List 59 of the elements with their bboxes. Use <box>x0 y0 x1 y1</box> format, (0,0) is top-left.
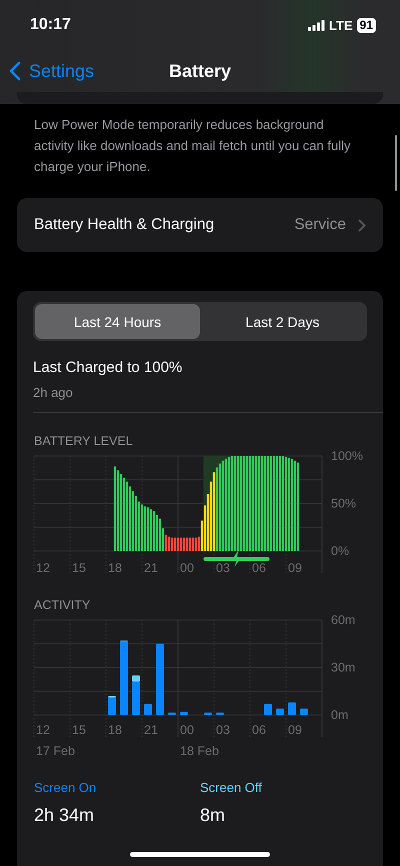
axis-label: 15 <box>72 561 86 575</box>
battery-health-row[interactable]: Battery Health & Charging Service <box>17 198 383 252</box>
bolt-icon <box>232 550 242 567</box>
activity-bar <box>144 704 152 715</box>
last-charged-time: 2h ago <box>33 385 74 400</box>
axis-label: 18 <box>108 723 122 737</box>
axis-label: 18 <box>108 561 122 575</box>
axis-label: 12 <box>36 723 50 737</box>
activity-bar <box>204 712 212 715</box>
axis-label: 21 <box>144 561 158 575</box>
low-power-note: Low Power Mode temporarily reduces background activity like downloads and mail fetch until you can fully charge your iPhone. <box>34 116 352 176</box>
signal-icon <box>308 20 326 30</box>
period-tab[interactable]: Last 24 Hours <box>35 304 200 339</box>
activity-bar <box>168 712 176 715</box>
activity-bar <box>300 708 308 715</box>
axis-label: 0m <box>331 708 348 722</box>
back-button[interactable]: Settings <box>0 60 94 82</box>
activity-bar <box>180 712 188 715</box>
axis-label: 00 <box>180 723 194 737</box>
axis-label: 09 <box>288 561 302 575</box>
axis-label: 15 <box>72 723 86 737</box>
axis-label: 100% <box>331 449 363 463</box>
stat-value: 2h 34m <box>34 805 96 826</box>
axis-label: 12 <box>36 561 50 575</box>
axis-label: 09 <box>288 723 302 737</box>
axis-label: 0% <box>331 544 350 558</box>
chart-title: ACTIVITY <box>33 597 92 612</box>
axis-label: 30m <box>331 660 356 674</box>
network-type: LTE <box>329 18 353 32</box>
last-charged-label: Last Charged to 100% <box>33 359 184 376</box>
activity-bar <box>276 708 284 715</box>
period-tab[interactable]: Last 2 Days <box>200 304 365 339</box>
date-label: 17 Feb <box>36 744 75 758</box>
axis-label: 03 <box>216 561 230 575</box>
axis-label: 03 <box>216 723 230 737</box>
chevron-icon <box>358 218 366 232</box>
scroll-indicator <box>394 135 397 191</box>
page-title: Battery <box>168 60 232 82</box>
activity-bar <box>216 712 224 715</box>
axis-label: 06 <box>252 723 266 737</box>
axis-label: 60m <box>331 613 356 627</box>
axis-label: 06 <box>252 561 266 575</box>
axis-label: 50% <box>331 496 356 510</box>
activity-bar <box>156 644 164 715</box>
back-chevron-icon <box>9 61 21 81</box>
row-label: Battery Health & Charging <box>34 216 214 234</box>
stat-value: 8m <box>200 805 226 826</box>
stat-label: Screen On <box>34 780 98 795</box>
chart-title: BATTERY LEVEL <box>33 433 134 448</box>
date-label: 18 Feb <box>180 744 219 758</box>
activity-bar <box>264 704 272 715</box>
battery-badge: 91 <box>356 18 376 32</box>
status-time: 10:17 <box>30 16 71 34</box>
charging-bar <box>204 557 270 561</box>
axis-label: 00 <box>180 561 194 575</box>
row-value: Service <box>294 216 346 234</box>
axis-label: 21 <box>144 723 158 737</box>
activity-bar <box>288 702 296 715</box>
stat-label: Screen Off <box>200 780 263 795</box>
